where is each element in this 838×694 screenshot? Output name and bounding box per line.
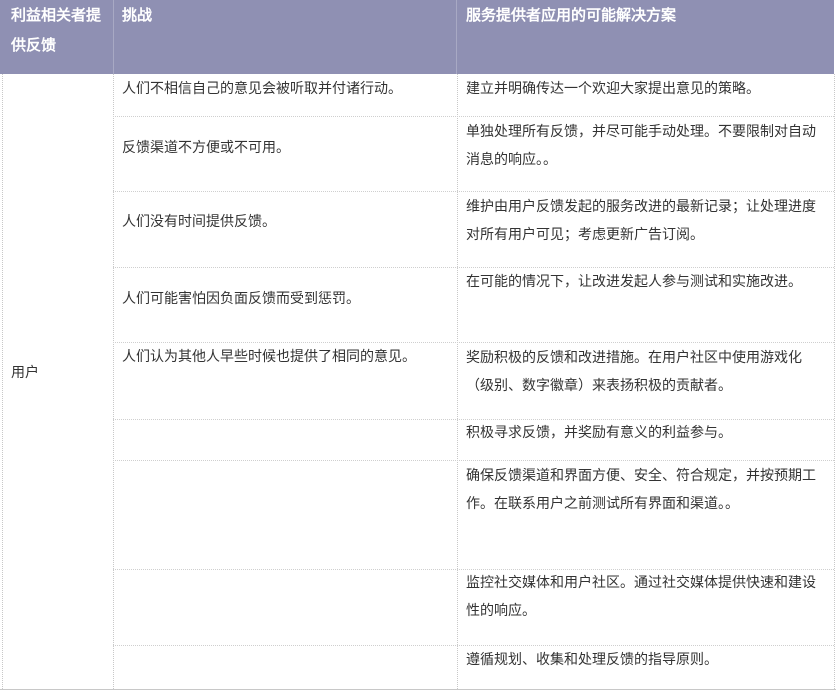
solution-cell: 积极寻求反馈，并奖励有意义的利益参与。 [466, 425, 732, 441]
solution-cell: 单独处理所有反馈，并尽可能手动处理。不要限制对自动消息的响应。。 [466, 124, 816, 168]
row-divider [113, 191, 834, 192]
challenge-cell: 人们可能害怕因负面反馈而受到惩罚。 [122, 291, 360, 307]
stakeholder-feedback-table: 利益相关者提供反馈 挑战 服务提供者应用的可能解决方案 用户 人们不相信自己的意… [0, 0, 838, 694]
header-stakeholder: 利益相关者提供反馈 [11, 6, 102, 54]
grid-line [113, 74, 114, 689]
header-divider [456, 0, 457, 74]
row-divider [113, 116, 834, 117]
grid-line [2, 74, 3, 689]
challenge-cell: 人们没有时间提供反馈。 [122, 214, 276, 230]
row-divider [113, 460, 834, 461]
solution-cell: 奖励积极的反馈和改进措施。在用户社区中使用游戏化（级别、数字徽章）来表扬积极的贡… [466, 350, 802, 394]
header-solution: 服务提供者应用的可能解决方案 [466, 6, 677, 24]
solution-cell: 在可能的情况下，让改进发起人参与测试和实施改进。 [466, 274, 802, 290]
solution-cell: 建立并明确传达一个欢迎大家提出意见的策略。 [466, 81, 760, 97]
grid-line [457, 74, 458, 689]
solution-cell: 监控社交媒体和用户社区。通过社交媒体提供快速和建设性的响应。 [466, 575, 816, 619]
header-challenge: 挑战 [122, 6, 153, 24]
table-header: 利益相关者提供反馈 挑战 服务提供者应用的可能解决方案 [0, 0, 834, 74]
table-bottom-border [0, 689, 836, 690]
solution-cell: 遵循规划、收集和处理反馈的指导原则。 [466, 652, 718, 668]
challenge-cell: 反馈渠道不方便或不可用。 [122, 140, 290, 156]
solution-cell: 维护由用户反馈发起的服务改进的最新记录；让处理进度对所有用户可见；考虑更新广告订… [466, 199, 816, 243]
solution-cell: 确保反馈渠道和界面方便、安全、符合规定，并按预期工作。在联系用户之前测试所有界面… [466, 468, 816, 512]
challenge-cell: 人们不相信自己的意见会被听取并付诸行动。 [122, 81, 402, 97]
grid-line [834, 74, 835, 689]
header-divider [113, 0, 114, 74]
stakeholder-cell: 用户 [11, 365, 39, 381]
challenge-cell: 人们认为其他人早些时候也提供了相同的意见。 [122, 349, 416, 365]
